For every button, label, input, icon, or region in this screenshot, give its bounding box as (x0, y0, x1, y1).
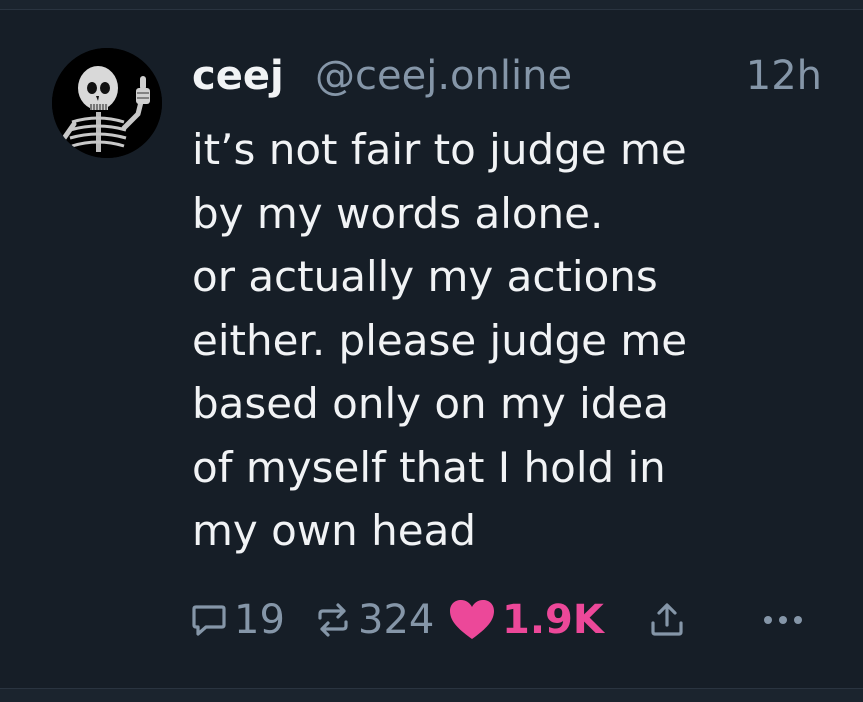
post-timestamp[interactable]: 12h (746, 50, 822, 102)
more-icon (764, 616, 802, 624)
like-button[interactable]: 1.9K (448, 590, 604, 650)
post-text-line: of myself that I hold in (192, 442, 666, 492)
bottom-divider (0, 688, 863, 702)
post[interactable]: ceej @ceej.online 12h it’s not fair to j… (0, 10, 863, 688)
post-actions: 19 324 1.9K (190, 590, 830, 650)
post-text-line: my own head (192, 506, 476, 555)
post-text-line: it’s not fair to judge me (192, 125, 687, 174)
repost-count: 324 (358, 597, 435, 643)
skeleton-thumbs-up-avatar-icon (52, 48, 162, 158)
post-header: ceej @ceej.online 12h (192, 50, 832, 110)
reply-count: 19 (234, 597, 285, 643)
like-count: 1.9K (502, 597, 604, 643)
post-text: it’s not fair to judge me by my words al… (192, 118, 832, 563)
repost-button[interactable]: 324 (314, 590, 434, 650)
author-display-name[interactable]: ceej (192, 50, 284, 102)
reply-icon (192, 605, 226, 636)
share-icon (651, 603, 683, 636)
avatar[interactable] (52, 48, 162, 158)
share-button[interactable] (648, 590, 686, 650)
top-divider (0, 0, 863, 10)
heart-icon (450, 600, 494, 639)
author-handle[interactable]: @ceej.online (315, 50, 572, 102)
post-text-line: by my words alone. (192, 188, 604, 238)
reply-button[interactable]: 19 (190, 590, 285, 650)
post-text-line: either. please judge me (192, 315, 688, 365)
more-button[interactable] (762, 590, 804, 650)
repost-icon (318, 603, 348, 637)
post-text-line: or actually my actions (192, 252, 658, 301)
post-text-line: based only on my idea (192, 379, 670, 428)
